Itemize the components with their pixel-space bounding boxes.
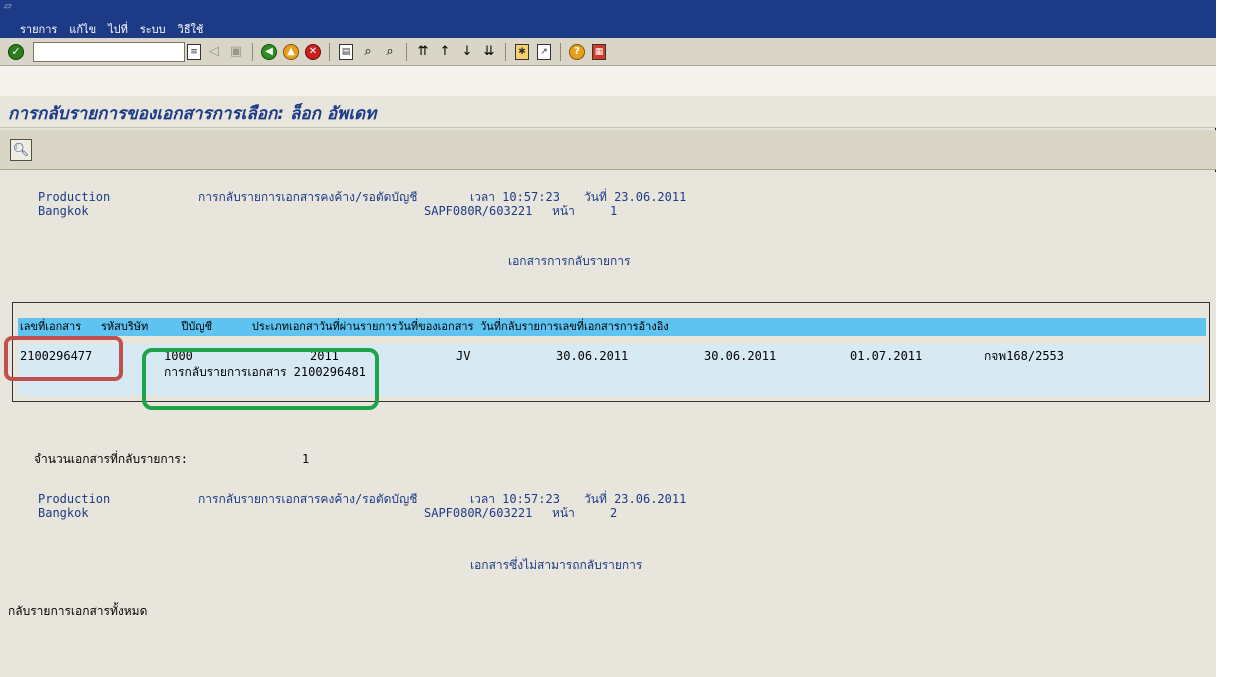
print-icon[interactable]: ▤ (336, 42, 356, 62)
find-icon[interactable]: ⌕ (358, 42, 378, 62)
separator (252, 42, 253, 61)
posting-date: 30.06.2011 (556, 349, 629, 363)
count-label: จำนวนเอกสารที่กลับรายการ: (34, 452, 189, 466)
create-session-icon[interactable]: ✱ (512, 42, 532, 62)
doc-number-highlight (4, 336, 123, 381)
date-label: วันที่ 23.06.2011 (584, 190, 687, 204)
time-label-2: เวลา 10:57:23 (470, 492, 560, 506)
page-number: 1 (610, 204, 618, 218)
reference: กจพ168/2553 (984, 349, 1065, 363)
find-next-icon[interactable]: ⌕ (380, 42, 400, 62)
page-title: การกลับรายการของเอกสารการเลือก: ล็อก อัพ… (8, 104, 377, 124)
page-number-2: 2 (610, 506, 618, 520)
program-name-2: SAPF080R/603221 (424, 506, 533, 520)
first-page-icon[interactable]: ⇈ (413, 42, 433, 62)
back-nav-icon: ◁ (209, 44, 219, 59)
separator (406, 42, 407, 61)
enter-icon[interactable]: ✓ (6, 42, 26, 62)
menu-items: รายการ แก้ไข ไปที่ ระบบ วิธีใช้ (20, 20, 203, 38)
standard-toolbar: ✓ ≡ ◁ ▣ ◀ ▲ ✕ ▤ ⌕ ⌕ ⇈ ↑ ↓ ⇊ ✱ ↗ ? ▦ (0, 38, 1216, 66)
command-field[interactable] (33, 41, 185, 62)
menu-list[interactable]: รายการ (20, 20, 57, 38)
separator (560, 42, 561, 61)
report-name: การกลับรายการเอกสารคงค้าง/รอตัดบัญชี (198, 190, 418, 204)
document-date: 30.06.2011 (704, 349, 777, 363)
report-name-2: การกลับรายการเอกสารคงค้าง/รอตัดบัญชี (198, 492, 418, 506)
menu-help[interactable]: วิธีใช้ (178, 20, 204, 38)
time-label: เวลา 10:57:23 (470, 190, 560, 204)
application-toolbar: 🔍︎ (0, 130, 1216, 170)
count-value: 1 (302, 452, 310, 466)
save-icon: ▣ (229, 44, 243, 59)
separator (505, 42, 506, 61)
sap-window: ▱ รายการ แก้ไข ไปที่ ระบบ วิธีใช้ ✓ ≡ ◁ … (0, 0, 1216, 677)
program-name: SAPF080R/603221 (424, 204, 533, 218)
toolbar-spacer (0, 66, 1216, 96)
menu-goto[interactable]: ไปที่ (108, 20, 128, 38)
footer-text: กลับรายการเอกสารทั้งหมด (8, 604, 148, 618)
system-name-2: Production (38, 492, 111, 506)
reversal-date: 01.07.2011 (850, 349, 923, 363)
exit-icon[interactable]: ▲ (281, 42, 301, 62)
layout-menu-icon[interactable]: ▦ (589, 42, 609, 62)
back-icon[interactable]: ◀ (259, 42, 279, 62)
next-page-icon[interactable]: ↓ (457, 42, 477, 62)
city-name-2: Bangkok (38, 506, 89, 520)
command-dropdown-icon[interactable]: ≡ (185, 42, 203, 62)
detail-magnify-icon[interactable]: 🔍︎ (10, 139, 32, 161)
cancel-icon[interactable]: ✕ (303, 42, 323, 62)
page-label: หน้า (552, 204, 575, 218)
date-label-2: วันที่ 23.06.2011 (584, 492, 687, 506)
section-title: เอกสารการกลับรายการ (508, 254, 631, 268)
separator (329, 42, 330, 61)
reversal-highlight (142, 348, 379, 410)
section-title-2: เอกสารซึ่งไม่สามารถกลับรายการ (470, 558, 643, 572)
title-bar: การกลับรายการของเอกสารการเลือก: ล็อก อัพ… (0, 96, 1216, 128)
table-header: เลขที่เอกสาร รหัสบริษัท ปีบัญชี ประเภทเอ… (18, 318, 1206, 336)
shortcut-icon[interactable]: ↗ (534, 42, 554, 62)
last-page-icon[interactable]: ⇊ (479, 42, 499, 62)
system-name: Production (38, 190, 111, 204)
menu-bar: ▱ รายการ แก้ไข ไปที่ ระบบ วิธีใช้ (0, 0, 1216, 38)
doc-type: JV (456, 349, 471, 363)
header-text: เลขที่เอกสาร รหัสบริษัท ปีบัญชี ประเภทเอ… (20, 320, 669, 333)
menu-system[interactable]: ระบบ (140, 20, 166, 38)
page-label-2: หน้า (552, 506, 575, 520)
system-menu-icon[interactable]: ▱ (4, 1, 12, 12)
city-name: Bangkok (38, 204, 89, 218)
previous-page-icon[interactable]: ↑ (435, 42, 455, 62)
menu-edit[interactable]: แก้ไข (69, 20, 96, 38)
help-icon[interactable]: ? (567, 42, 587, 62)
report-list: Production Bangkok การกลับรายการเอกสารคง… (0, 172, 1216, 677)
